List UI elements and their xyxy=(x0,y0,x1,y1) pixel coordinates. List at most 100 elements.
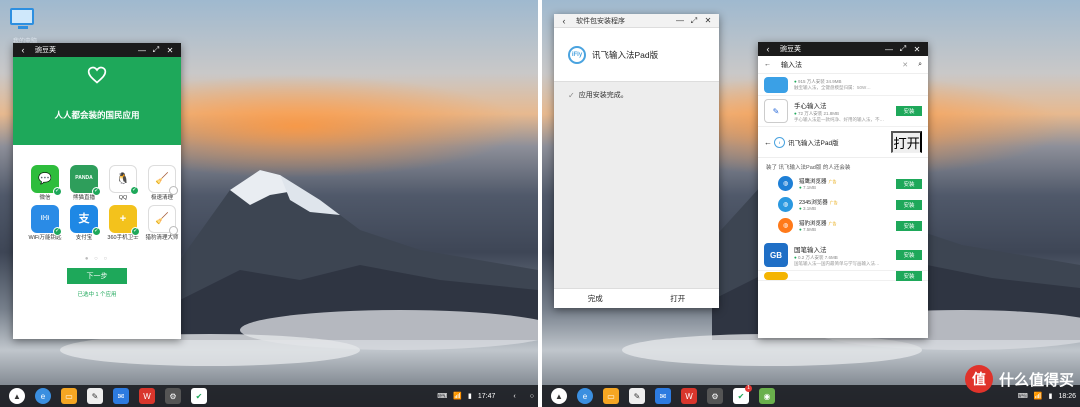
home-nav-icon[interactable]: ○ xyxy=(530,393,534,400)
keyboard-icon[interactable]: ⌨ xyxy=(1018,392,1028,400)
minimize-icon[interactable]: — xyxy=(673,16,687,25)
app-icon: 🧹✓ xyxy=(148,165,178,195)
maximize-icon[interactable]: ⤢ xyxy=(687,16,701,26)
wifi-icon[interactable]: 📶 xyxy=(1034,392,1043,400)
detail-header: ← i 讯飞输入法Pad版 打开 xyxy=(758,127,928,158)
app-desc: 触宝输入法，全键盘模型归属：50W… xyxy=(794,85,871,90)
install-status: ✓ 应用安装完成。 xyxy=(554,82,719,108)
install-button[interactable]: 安装 xyxy=(896,270,922,281)
result-row-partial-bottom[interactable]: 安装 xyxy=(758,270,928,281)
mail-icon[interactable]: ✉ xyxy=(655,388,671,404)
back-icon[interactable]: ‹ xyxy=(17,45,29,55)
install-button[interactable]: 安装 xyxy=(896,199,922,210)
also-installed-heading: 装了 讯飞输入法Pad版 的人还会装 xyxy=(766,165,851,171)
checkbox-icon[interactable]: ✓ xyxy=(130,186,139,195)
close-icon[interactable]: ✕ xyxy=(163,46,177,55)
notes-icon[interactable]: ✎ xyxy=(629,388,645,404)
settings-icon[interactable]: ⚙ xyxy=(707,388,723,404)
next-button[interactable]: 下一步 xyxy=(67,267,127,284)
wps-icon[interactable]: W xyxy=(139,388,155,404)
related-app-row[interactable]: ◍ 2345浏览器 广告 ● 3.1MB 安装 xyxy=(758,194,928,215)
install-button[interactable]: 安装 xyxy=(896,106,922,116)
result-row-partial[interactable]: ● 915 万人安装 34.9MB 触宝输入法，全键盘模型归属：50W… xyxy=(758,74,928,96)
app-option[interactable]: 支 ✓ 支付宝 xyxy=(66,205,102,241)
install-button[interactable]: 安装 xyxy=(896,220,922,231)
notes-icon[interactable]: ✎ xyxy=(87,388,103,404)
app-option[interactable]: 🐧 ✓ QQ xyxy=(105,165,141,201)
app-label: QQ xyxy=(118,195,128,201)
android-icon[interactable]: ◉ xyxy=(759,388,775,404)
taskbar: ▲ e ▭ ✎ ✉ W ⚙ ✔ ⌨ 📶 ▮ 17:47 ‹ ○ xyxy=(0,385,538,407)
app-name: 国笔输入法 xyxy=(794,246,827,254)
mail-icon[interactable]: ✉ xyxy=(113,388,129,404)
result-row-shouxin[interactable]: ✎ 手心输入法 ● 72 万人安装 21.8MB 手心输入法是一款纯净、好用的输… xyxy=(758,96,928,127)
related-app-row[interactable]: ◍ 猎鹰浏览器 广告 ● 7.1MB 安装 xyxy=(758,173,928,194)
clear-icon[interactable]: ✕ xyxy=(902,61,908,69)
search-input[interactable]: 输入法 xyxy=(771,60,902,70)
back-icon[interactable]: ‹ xyxy=(558,16,570,26)
minimize-icon[interactable]: — xyxy=(882,45,896,54)
start-menu-icon[interactable]: ▲ xyxy=(551,388,567,404)
back-icon[interactable]: ‹ xyxy=(762,44,774,54)
battery-icon[interactable]: ▮ xyxy=(1049,392,1053,400)
app-option[interactable]: 💬 ✓ 微信 xyxy=(27,165,63,201)
search-results: ● 915 万人安装 34.9MB 触宝输入法，全键盘模型归属：50W… ✎ 手… xyxy=(758,74,928,281)
keyboard-icon[interactable]: ⌨ xyxy=(437,392,447,400)
related-app-row[interactable]: ◍ 猎豹浏览器 广告 ● 7.5MB 安装 xyxy=(758,215,928,236)
window-title: 豌豆荚 xyxy=(35,47,56,54)
app-icon xyxy=(764,271,788,280)
close-icon[interactable]: ✕ xyxy=(910,45,924,54)
battery-icon[interactable]: ▮ xyxy=(468,392,472,400)
open-button[interactable]: 打开 xyxy=(891,131,922,153)
my-computer-icon[interactable]: 我的电脑 xyxy=(10,8,37,45)
close-icon[interactable]: ✕ xyxy=(701,16,715,25)
done-button[interactable]: 完成 xyxy=(554,289,637,308)
browser-app-icon: ◍ xyxy=(778,176,793,191)
checkbox-icon[interactable]: ✓ xyxy=(92,187,101,196)
wps-icon[interactable]: W xyxy=(681,388,697,404)
arrow-left-icon[interactable]: ← xyxy=(764,61,771,68)
smzdm-logo-icon: 值 xyxy=(964,365,993,393)
browser-app-icon: ◍ xyxy=(778,218,793,233)
folder-icon[interactable]: ▭ xyxy=(603,388,619,404)
app-label: 猎豹清理大师 xyxy=(145,235,179,242)
app-glyph: 💬 xyxy=(38,172,52,185)
install-button[interactable]: 安装 xyxy=(896,178,922,189)
app-icon: ((•)) ✓ xyxy=(31,205,62,237)
app-option[interactable]: 🧹✓猎豹清理大师 xyxy=(144,205,180,241)
install-button[interactable]: 安装 xyxy=(896,250,922,260)
wandoujia-taskbar-icon[interactable]: ✔ xyxy=(191,388,207,404)
back-nav-icon[interactable]: ‹ xyxy=(513,393,515,400)
desktop-right: ‹ 软件包安装程序 — ⤢ ✕ iFly 讯飞输入法Pad版 ✓ 应用安装完成。… xyxy=(542,0,1080,407)
browser-app-icon: ◍ xyxy=(778,197,793,212)
start-menu-icon[interactable]: ▲ xyxy=(9,388,25,404)
maximize-icon[interactable]: ⤢ xyxy=(149,45,163,55)
package-installer-window: ‹ 软件包安装程序 — ⤢ ✕ iFly 讯飞输入法Pad版 ✓ 应用安装完成。… xyxy=(554,14,719,308)
checkbox-icon[interactable]: ✓ xyxy=(169,226,178,236)
app-label: 支付宝 xyxy=(75,235,93,242)
system-tray: ⌨ 📶 ▮ 18:26 xyxy=(1018,392,1076,401)
wifi-icon[interactable]: 📶 xyxy=(453,392,462,400)
browser-icon[interactable]: e xyxy=(577,388,593,404)
app-icon: 💬 ✓ xyxy=(31,165,62,196)
minimize-icon[interactable]: — xyxy=(135,46,149,55)
result-row-guobi[interactable]: GB 国笔输入法 ● 0.2 万人安装 7.6MB 国笔输入法—国内最简单与学写… xyxy=(758,240,928,271)
app-glyph: 🐧 xyxy=(116,172,130,185)
checkbox-icon[interactable]: ✓ xyxy=(53,187,62,196)
maximize-icon[interactable]: ⤢ xyxy=(896,44,910,54)
browser-icon[interactable]: e xyxy=(35,388,51,404)
recommended-app-grid: 💬✓微信PANDA✓熊猫直播🐧✓QQ🧹✓极速清理((•))✓WiFi万能钥匙支✓… xyxy=(13,145,181,242)
folder-icon[interactable]: ▭ xyxy=(61,388,77,404)
checkbox-icon[interactable]: ✓ xyxy=(169,186,178,195)
app-option[interactable]: PANDA ✓ 熊猫直播 xyxy=(66,165,102,201)
arrow-left-icon[interactable]: ← xyxy=(764,138,774,147)
app-desc: 手心输入法是一款纯净、好用的输入法，不… xyxy=(794,116,884,122)
app-option[interactable]: + ✓ 360手机卫士 xyxy=(105,205,141,241)
open-button[interactable]: 打开 xyxy=(636,289,719,308)
app-icon: PANDA ✓ xyxy=(70,165,101,196)
settings-icon[interactable]: ⚙ xyxy=(165,388,181,404)
wandoujia-taskbar-icon[interactable]: ✔ 1 xyxy=(733,385,752,404)
app-option[interactable]: 🧹✓极速清理 xyxy=(144,165,180,201)
search-icon[interactable]: ⌕ xyxy=(918,61,922,69)
app-option[interactable]: ((•)) ✓ WiFi万能钥匙 xyxy=(27,205,63,241)
